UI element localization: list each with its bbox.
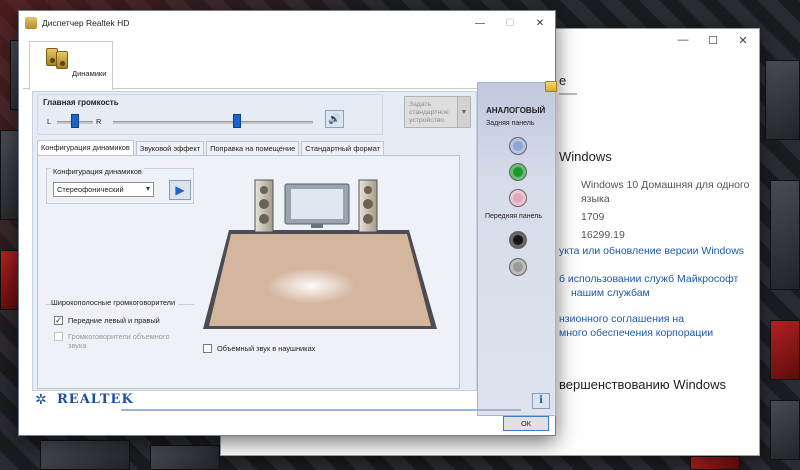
mute-button[interactable]: 🔊 (325, 110, 344, 128)
headphones-surround-label: Объемный звук в наушниках (217, 344, 316, 353)
volume-slider-track[interactable] (113, 121, 313, 124)
front-lr-checkbox[interactable]: ✓ (54, 316, 63, 325)
balance-slider-thumb[interactable] (71, 114, 79, 128)
bg-build-value: 16299.19 (581, 229, 625, 241)
volume-slider-thumb[interactable] (233, 114, 241, 128)
realtek-logo-text: REALTEK (57, 391, 134, 407)
balance-left-label: L (47, 117, 52, 126)
bg-version-value: 1709 (581, 211, 605, 223)
back-panel-label: Задняя панель (486, 120, 535, 127)
play-icon: ▶ (175, 183, 185, 197)
decor-cube (690, 456, 740, 470)
decor-cube (765, 60, 800, 140)
room-visualization (203, 179, 437, 329)
speakers-panel: Главная громкость L R 🔊 Задать стандартн… (32, 91, 477, 391)
maximize-button: ☐ (505, 17, 515, 29)
bg-edition-value: Windows 10 Домашняя для одного (581, 179, 750, 191)
speaker-config-value: Стереофонический (57, 185, 124, 194)
decor-cube (770, 320, 800, 380)
speaker-volume-icon: 🔊 (328, 113, 341, 125)
footer-divider (121, 409, 521, 411)
front-panel-label: Передняя панель (485, 213, 542, 220)
realtek-crab-icon: ✲ (35, 391, 47, 407)
front-jack-gray[interactable] (509, 258, 527, 276)
balance-right-label: R (96, 117, 102, 126)
tv-monitor (284, 183, 350, 228)
tab-sound-effect[interactable]: Звуковой эффект (135, 141, 205, 155)
bg-edition-value-cont: языка (581, 193, 610, 205)
right-speaker-icon (358, 179, 378, 233)
headphones-surround-checkbox[interactable] (203, 344, 212, 353)
decor-cube (40, 440, 130, 470)
decor-cube (150, 445, 220, 470)
back-jack-pink[interactable] (509, 189, 527, 207)
bg-services-link-cont[interactable]: нашим службам (571, 287, 650, 299)
bg-improve-heading: вершенствованию Windows (559, 377, 727, 392)
surround-checkbox (54, 332, 63, 341)
analog-jacks-panel: АНАЛОГОВЫЙ Задняя панель Передняя панель (477, 81, 557, 416)
back-jack-blue[interactable] (509, 137, 527, 155)
speaker-config-content: Конфигурация динамиков Стереофонический … (37, 155, 460, 389)
device-tab-strip: Динамики (23, 41, 551, 90)
decor-cube (770, 400, 800, 460)
info-button[interactable]: i (532, 393, 550, 409)
ok-button[interactable]: ОК (503, 416, 549, 431)
tab-room-correction[interactable]: Поправка на помещение (206, 141, 300, 155)
set-default-device-button: Задать стандартное устройство (404, 96, 458, 128)
minimize-button[interactable]: — (465, 18, 495, 29)
headphones-surround-row[interactable]: Объемный звук в наушниках (203, 344, 315, 353)
speaker-config-label: Конфигурация динамиков (51, 167, 144, 176)
bg-maximize-button[interactable]: ☐ (705, 34, 721, 47)
bg-services-link[interactable]: б использовании служб Майкрософт (559, 273, 738, 285)
bg-minimize-button[interactable]: — (675, 34, 691, 46)
device-tab-label: Динамики (72, 69, 107, 78)
close-button[interactable]: ✕ (525, 18, 555, 29)
bg-heading-fragment: е (559, 73, 567, 88)
chevron-down-icon: ▾ (145, 184, 150, 193)
wideband-speakers-label: Широкополосные громкоговорители (51, 298, 179, 307)
back-jack-green[interactable] (509, 163, 527, 181)
play-test-button[interactable]: ▶ (169, 180, 191, 200)
analog-title: АНАЛОГОВЫЙ (486, 106, 546, 115)
bg-license-link[interactable]: нзионного соглашения на (559, 313, 684, 325)
bg-windows-heading: Windows (559, 149, 612, 164)
bg-upgrade-link[interactable]: укта или обновление версии Windows (559, 245, 744, 257)
main-volume-label: Главная громкость (43, 98, 119, 107)
left-speaker-icon (254, 179, 274, 233)
tab-speakers-device[interactable]: Динамики (29, 41, 113, 90)
surround-label: Громкоговорители объемного звука (68, 332, 170, 350)
front-jack-black[interactable] (509, 231, 527, 249)
decor-cube (770, 180, 800, 290)
realtek-logo: ✲ REALTEK (35, 391, 134, 407)
front-lr-checkbox-row[interactable]: ✓ Передние левый и правый (54, 316, 160, 325)
surround-checkbox-row: Громкоговорители объемного звука (54, 332, 184, 350)
realtek-window: Диспетчер Realtek HD — ☐ ✕ Динамики Глав… (18, 10, 557, 436)
settings-tabs: Конфигурация динамиков Звуковой эффект П… (37, 140, 386, 155)
folder-icon[interactable] (545, 81, 557, 92)
bg-divider (559, 93, 577, 95)
decor-cube (0, 250, 20, 310)
sound-glow (266, 268, 356, 304)
tab-speaker-config[interactable]: Конфигурация динамиков (37, 140, 134, 155)
window-title: Диспетчер Realtek HD (42, 18, 130, 28)
speaker-config-select[interactable]: Стереофонический ▾ (53, 182, 154, 197)
chevron-down-icon: ▼ (460, 108, 468, 116)
tab-default-format[interactable]: Стандартный формат (301, 141, 385, 155)
speaker-icon (56, 51, 68, 69)
bg-license-link-cont[interactable]: много обеспечения корпорации (559, 327, 713, 339)
default-device-dropdown-arrow: ▼ (458, 96, 471, 128)
speaker-app-icon (25, 17, 37, 29)
realtek-titlebar[interactable]: Диспетчер Realtek HD — ☐ ✕ (19, 11, 555, 35)
front-lr-label: Передние левый и правый (68, 316, 160, 325)
bg-close-button[interactable]: ✕ (735, 34, 751, 47)
